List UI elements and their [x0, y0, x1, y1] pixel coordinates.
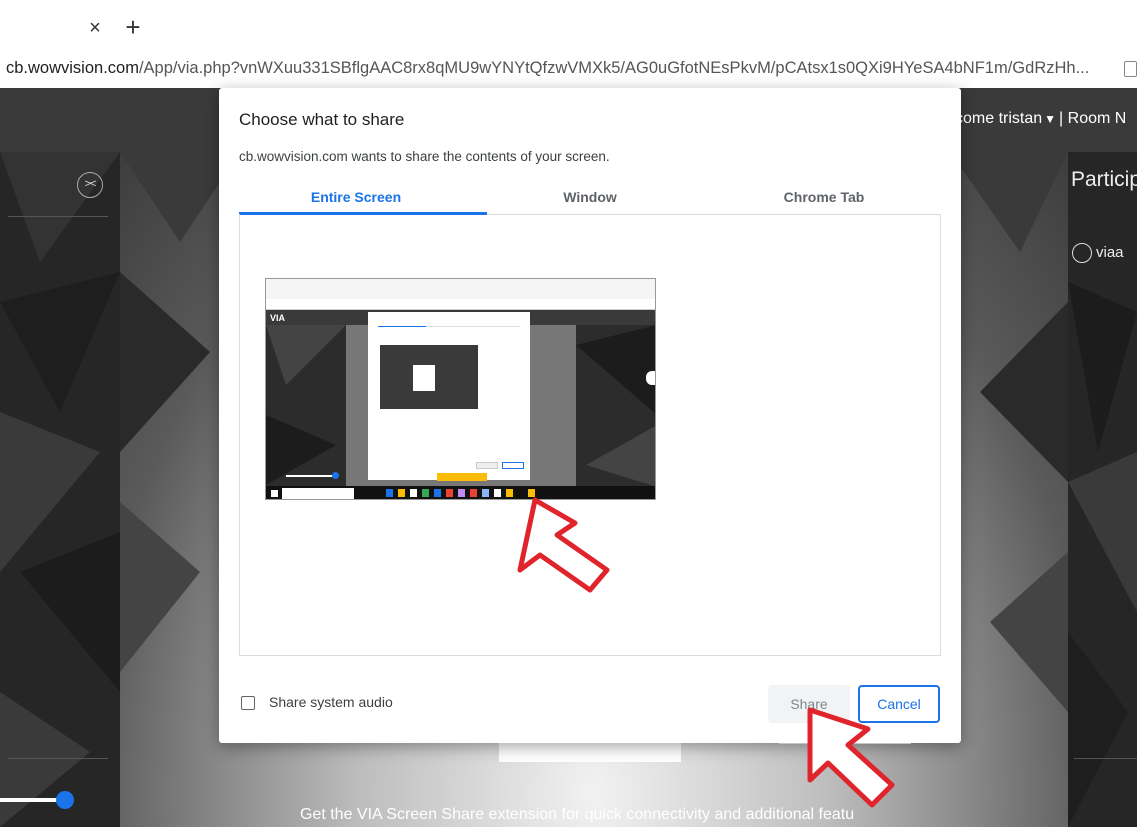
- thumb-tabbar: [266, 279, 655, 299]
- welcome-text: come tristan ▼ | Room N: [955, 110, 1126, 128]
- thumb-urlbar: [266, 299, 655, 310]
- address-bar[interactable]: cb.wowvision.com/App/via.php?vnWXuu331SB…: [0, 52, 1137, 88]
- dialog-title: Choose what to share: [239, 110, 405, 129]
- left-sidebar: [0, 152, 120, 827]
- thumb-via-logo: VIA: [270, 313, 286, 323]
- right-divider: [1074, 758, 1137, 759]
- room-label: | Room N: [1059, 110, 1127, 127]
- share-page-icon[interactable]: [1124, 61, 1137, 77]
- dialog-subtitle: cb.wowvision.com wants to share the cont…: [239, 149, 610, 164]
- entire-screen-thumbnail[interactable]: VIA: [265, 278, 656, 500]
- new-tab-button[interactable]: +: [121, 14, 145, 41]
- thumb-taskbar-icon: [446, 489, 453, 497]
- collapse-sidebar-button[interactable]: ><: [77, 172, 103, 198]
- thumb-taskbar-icon: [506, 489, 513, 497]
- url-text[interactable]: cb.wowvision.com/App/via.php?vnWXuu331SB…: [6, 59, 1089, 78]
- participant-name: viaa: [1096, 243, 1124, 261]
- thumb-taskbar-icon: [482, 489, 489, 497]
- thumb-taskbar-icon: [410, 489, 417, 497]
- participants-title: Particip: [1071, 168, 1137, 191]
- thumb-taskbar-icon: [470, 489, 477, 497]
- volume-slider-knob[interactable]: [56, 791, 74, 809]
- left-panel-pattern: [0, 152, 120, 827]
- thumb-taskbar-icon: [458, 489, 465, 497]
- participant-item[interactable]: viaa: [1072, 243, 1124, 263]
- annotation-arrow-icon: [517, 497, 610, 593]
- thumb-dialog: [368, 312, 530, 480]
- chevron-down-icon: ▼: [1044, 112, 1057, 126]
- thumb-nested-dialog: [413, 365, 435, 391]
- share-audio-checkbox[interactable]: [241, 696, 255, 711]
- extension-promo-text: Get the VIA Screen Share extension for q…: [300, 806, 855, 823]
- thumb-store-badge: [437, 473, 487, 481]
- share-source-tabs: Entire Screen Window Chrome Tab: [239, 181, 941, 215]
- tab-chrome-tab[interactable]: Chrome Tab: [707, 189, 941, 205]
- user-icon: [1072, 243, 1092, 263]
- url-path: /App/via.php?vnWXuu331SBflgAAC8rx8qMU9wY…: [138, 59, 1090, 77]
- url-host: cb.wowvision.com: [6, 59, 139, 77]
- thumb-taskbar-icon: [386, 489, 393, 497]
- chrome-web-store-badge[interactable]: [499, 740, 681, 762]
- thumb-taskbar-icon: [422, 489, 429, 497]
- thumb-nested-preview: [380, 345, 478, 409]
- thumb-taskbar-icon: [434, 489, 441, 497]
- tab-window[interactable]: Window: [473, 189, 707, 205]
- user-name: tristan: [998, 110, 1043, 127]
- volume-slider-track[interactable]: [0, 798, 64, 802]
- tab-entire-screen[interactable]: Entire Screen: [239, 189, 473, 205]
- thumb-taskbar-icon: [494, 489, 501, 497]
- share-audio-row[interactable]: Share system audio: [241, 694, 393, 711]
- left-divider-bottom: [8, 758, 108, 759]
- annotation-arrow-icon: [807, 707, 895, 808]
- user-menu[interactable]: tristan ▼: [999, 110, 1059, 127]
- left-divider: [8, 216, 108, 217]
- thumb-taskbar-icon: [398, 489, 405, 497]
- tab-close-button[interactable]: ×: [86, 17, 104, 39]
- share-audio-label: Share system audio: [269, 694, 393, 710]
- screen-share-dialog: Choose what to share cb.wowvision.com wa…: [219, 88, 961, 743]
- browser-tab-strip: × +: [0, 0, 1137, 52]
